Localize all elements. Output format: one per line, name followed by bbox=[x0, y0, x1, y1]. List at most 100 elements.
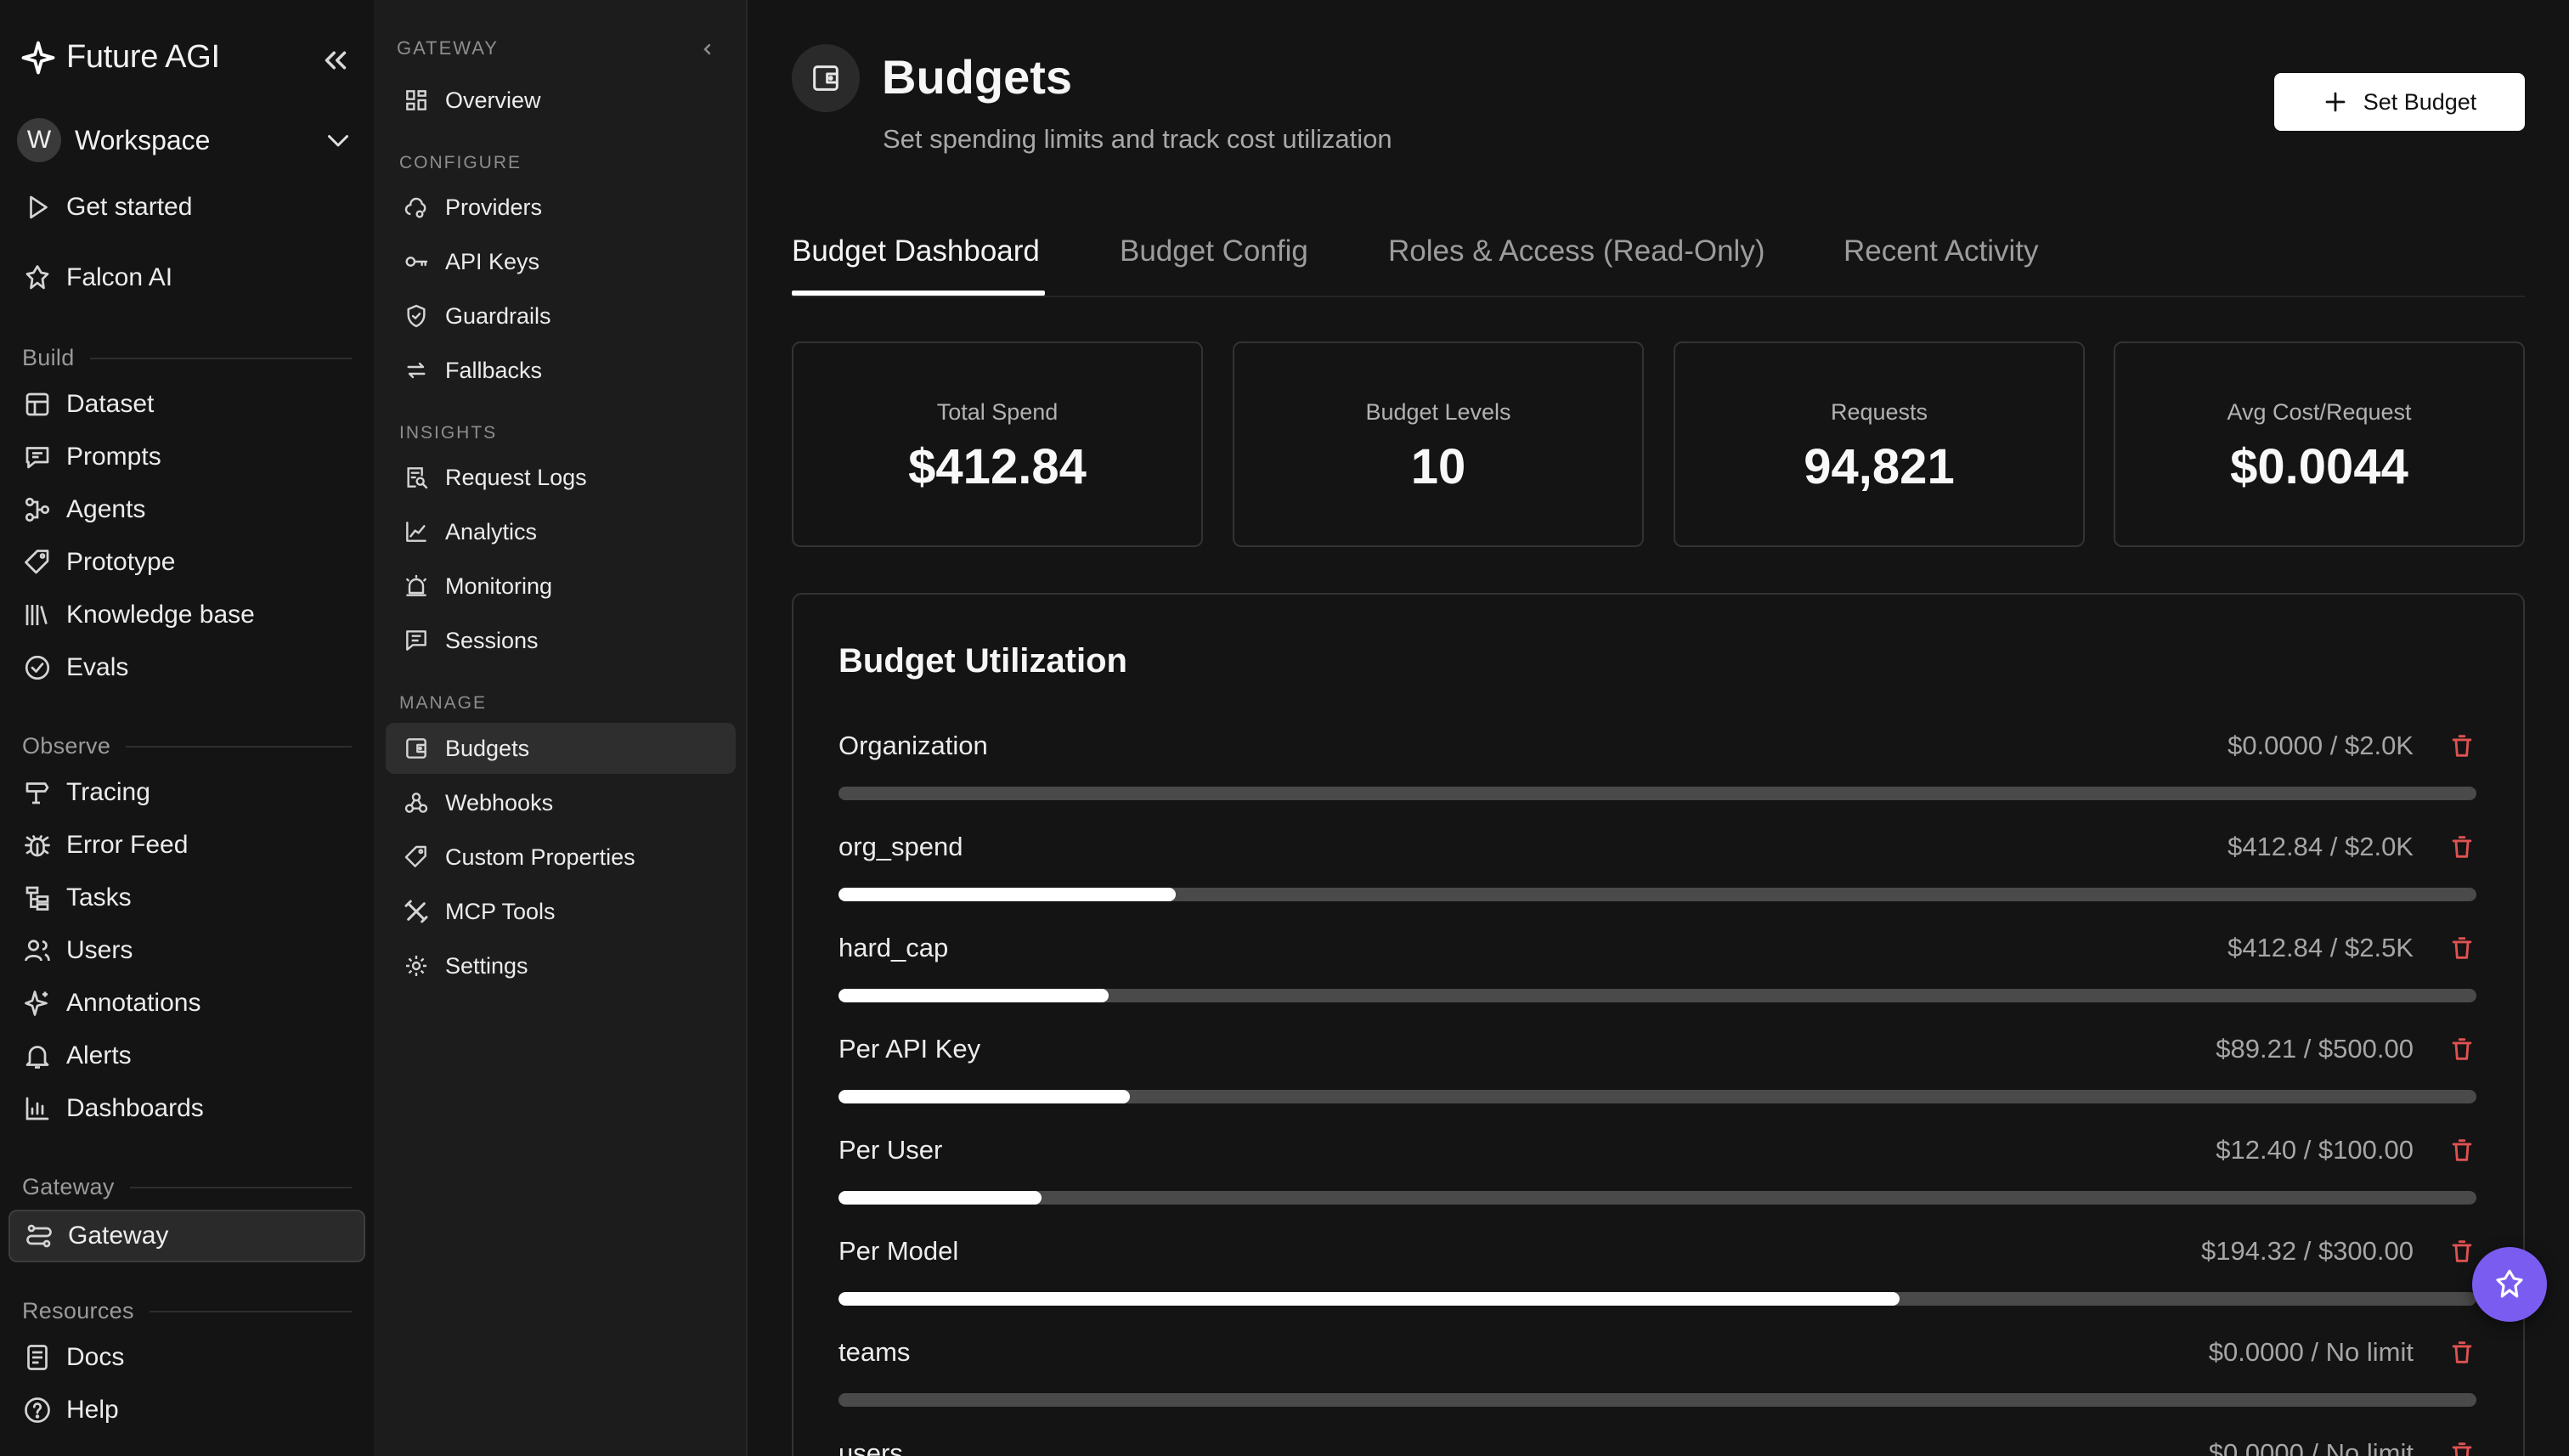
budget-name: Per API Key bbox=[838, 1034, 981, 1064]
sidebar-item-tasks[interactable]: Tasks bbox=[22, 876, 132, 920]
grid-icon bbox=[403, 87, 430, 114]
budget-row: org_spend $412.84 / $2.0K bbox=[838, 832, 2476, 908]
brand[interactable]: Future AGI bbox=[20, 39, 220, 76]
bug-icon bbox=[22, 830, 53, 861]
workspace-avatar: W bbox=[17, 118, 61, 162]
sidebar-item-alerts[interactable]: Alerts bbox=[22, 1034, 132, 1078]
tab-recent-activity[interactable]: Recent Activity bbox=[1843, 234, 2039, 268]
trash-icon[interactable] bbox=[2448, 1136, 2476, 1165]
shield-check-icon bbox=[403, 302, 430, 330]
section-gateway: Gateway bbox=[22, 1174, 352, 1200]
sidebar-item-users[interactable]: Users bbox=[22, 928, 133, 973]
stat-value: 94,821 bbox=[1804, 439, 1955, 494]
trash-icon[interactable] bbox=[2448, 934, 2476, 962]
trash-icon[interactable] bbox=[2448, 1338, 2476, 1367]
sidebar-item-prompts[interactable]: Prompts bbox=[22, 435, 161, 479]
sidebar-item-label: Docs bbox=[66, 1343, 125, 1371]
sidebar-item-dataset[interactable]: Dataset bbox=[22, 382, 154, 426]
sidebar-item-label: Dataset bbox=[66, 390, 155, 418]
budget-name: org_spend bbox=[838, 832, 963, 861]
workspace-switcher[interactable]: W Workspace bbox=[17, 117, 353, 163]
sidebar-item-label: Users bbox=[66, 936, 133, 964]
section-build: Build bbox=[22, 345, 352, 371]
set-budget-button[interactable]: Set Budget bbox=[2274, 73, 2525, 131]
cloud-settings-icon bbox=[403, 194, 430, 221]
chevron-left-icon[interactable] bbox=[697, 39, 717, 59]
stat-label: Requests bbox=[1830, 399, 1928, 425]
sidebar-item-gateway[interactable]: Gateway bbox=[24, 1214, 168, 1258]
sidebar-item-docs[interactable]: Docs bbox=[22, 1335, 124, 1380]
sidebar-item-prototype[interactable]: Prototype bbox=[22, 540, 175, 584]
trash-icon[interactable] bbox=[2448, 1237, 2476, 1266]
stat-value: $412.84 bbox=[908, 439, 1087, 494]
subnav-item-mcp-tools[interactable]: MCP Tools bbox=[403, 890, 556, 933]
set-budget-label: Set Budget bbox=[2363, 88, 2477, 115]
divider bbox=[126, 745, 352, 748]
chat-icon bbox=[22, 442, 53, 472]
sidebar-item-annotations[interactable]: Annotations bbox=[22, 981, 200, 1025]
budget-name: Per User bbox=[838, 1135, 943, 1165]
subnav-item-webhooks[interactable]: Webhooks bbox=[403, 782, 553, 824]
subnav-item-budgets[interactable]: Budgets bbox=[403, 727, 529, 770]
section-observe: Observe bbox=[22, 733, 352, 759]
subnav-item-custom-properties[interactable]: Custom Properties bbox=[403, 836, 635, 878]
budget-row: Per Model $194.32 / $300.00 bbox=[838, 1236, 2476, 1312]
sidebar-item-label: Tracing bbox=[66, 778, 150, 806]
sidebar-item-error-feed[interactable]: Error Feed bbox=[22, 823, 188, 867]
trash-icon[interactable] bbox=[2448, 1035, 2476, 1064]
falcon-ai-fab[interactable] bbox=[2472, 1247, 2547, 1322]
sidebar-item-label: Agents bbox=[66, 495, 146, 523]
sidebar-item-falcon-ai[interactable]: Falcon AI bbox=[22, 256, 172, 300]
subnav-item-label: Sessions bbox=[445, 627, 539, 653]
utilization-bar bbox=[838, 989, 2476, 1002]
subnav-item-label: Settings bbox=[445, 952, 528, 979]
utilization-bar-fill bbox=[838, 1090, 1131, 1103]
trash-icon[interactable] bbox=[2448, 1439, 2476, 1456]
subnav-item-providers[interactable]: Providers bbox=[403, 186, 542, 229]
primary-sidebar: Future AGI W Workspace Get started Falco… bbox=[0, 0, 374, 1456]
tab-budget-config[interactable]: Budget Config bbox=[1120, 234, 1308, 268]
trash-icon[interactable] bbox=[2448, 832, 2476, 861]
subnav-item-monitoring[interactable]: Monitoring bbox=[403, 565, 552, 607]
subnav-item-guardrails[interactable]: Guardrails bbox=[403, 295, 551, 337]
alarm-icon bbox=[403, 573, 430, 600]
budget-name: users bbox=[838, 1438, 903, 1456]
utilization-bar-fill bbox=[838, 989, 1109, 1002]
tools-icon bbox=[403, 898, 430, 925]
sidebar-item-get-started[interactable]: Get started bbox=[22, 185, 192, 229]
budget-amount: $412.84 / $2.0K bbox=[2227, 832, 2414, 861]
sidebar-item-help[interactable]: Help bbox=[22, 1388, 119, 1432]
divider bbox=[129, 1186, 352, 1188]
subnav-item-sessions[interactable]: Sessions bbox=[403, 619, 539, 662]
wallet-icon bbox=[403, 735, 430, 762]
sidebar-item-knowledge-base[interactable]: Knowledge base bbox=[22, 593, 255, 637]
subnav-item-api-keys[interactable]: API Keys bbox=[403, 240, 539, 283]
sidebar-item-tracing[interactable]: Tracing bbox=[22, 770, 150, 815]
subnav-item-label: Custom Properties bbox=[445, 844, 635, 870]
sidebar-item-agents[interactable]: Agents bbox=[22, 488, 145, 532]
subnav-item-settings[interactable]: Settings bbox=[403, 945, 528, 987]
utilization-bar bbox=[838, 1090, 2476, 1103]
subnav-item-fallbacks[interactable]: Fallbacks bbox=[403, 349, 542, 392]
section-title: Gateway bbox=[22, 1174, 115, 1199]
active-tab-indicator bbox=[792, 291, 1045, 296]
collapse-sidebar-icon[interactable] bbox=[318, 42, 353, 78]
subnav-item-overview[interactable]: Overview bbox=[403, 79, 541, 121]
subnav-item-request-logs[interactable]: Request Logs bbox=[403, 456, 587, 499]
subnav-section-manage: MANAGE bbox=[399, 693, 488, 713]
subnav-item-label: Guardrails bbox=[445, 302, 551, 329]
key-icon bbox=[403, 248, 430, 275]
subnav-item-label: Analytics bbox=[445, 518, 538, 545]
budget-amount: $412.84 / $2.5K bbox=[2227, 933, 2414, 962]
budget-amount: $89.21 / $500.00 bbox=[2216, 1034, 2414, 1064]
sidebar-item-evals[interactable]: Evals bbox=[22, 646, 128, 690]
utilization-bar-fill bbox=[838, 1292, 1900, 1306]
section-title: Build bbox=[22, 345, 75, 370]
budget-name: Per Model bbox=[838, 1236, 959, 1266]
subnav-item-analytics[interactable]: Analytics bbox=[403, 511, 537, 553]
utilization-bar bbox=[838, 1393, 2476, 1407]
sidebar-item-dashboards[interactable]: Dashboards bbox=[22, 1086, 204, 1131]
tab-budget-dashboard[interactable]: Budget Dashboard bbox=[792, 234, 1040, 268]
tab-roles-access[interactable]: Roles & Access (Read-Only) bbox=[1388, 234, 1764, 268]
trash-icon[interactable] bbox=[2448, 731, 2476, 760]
